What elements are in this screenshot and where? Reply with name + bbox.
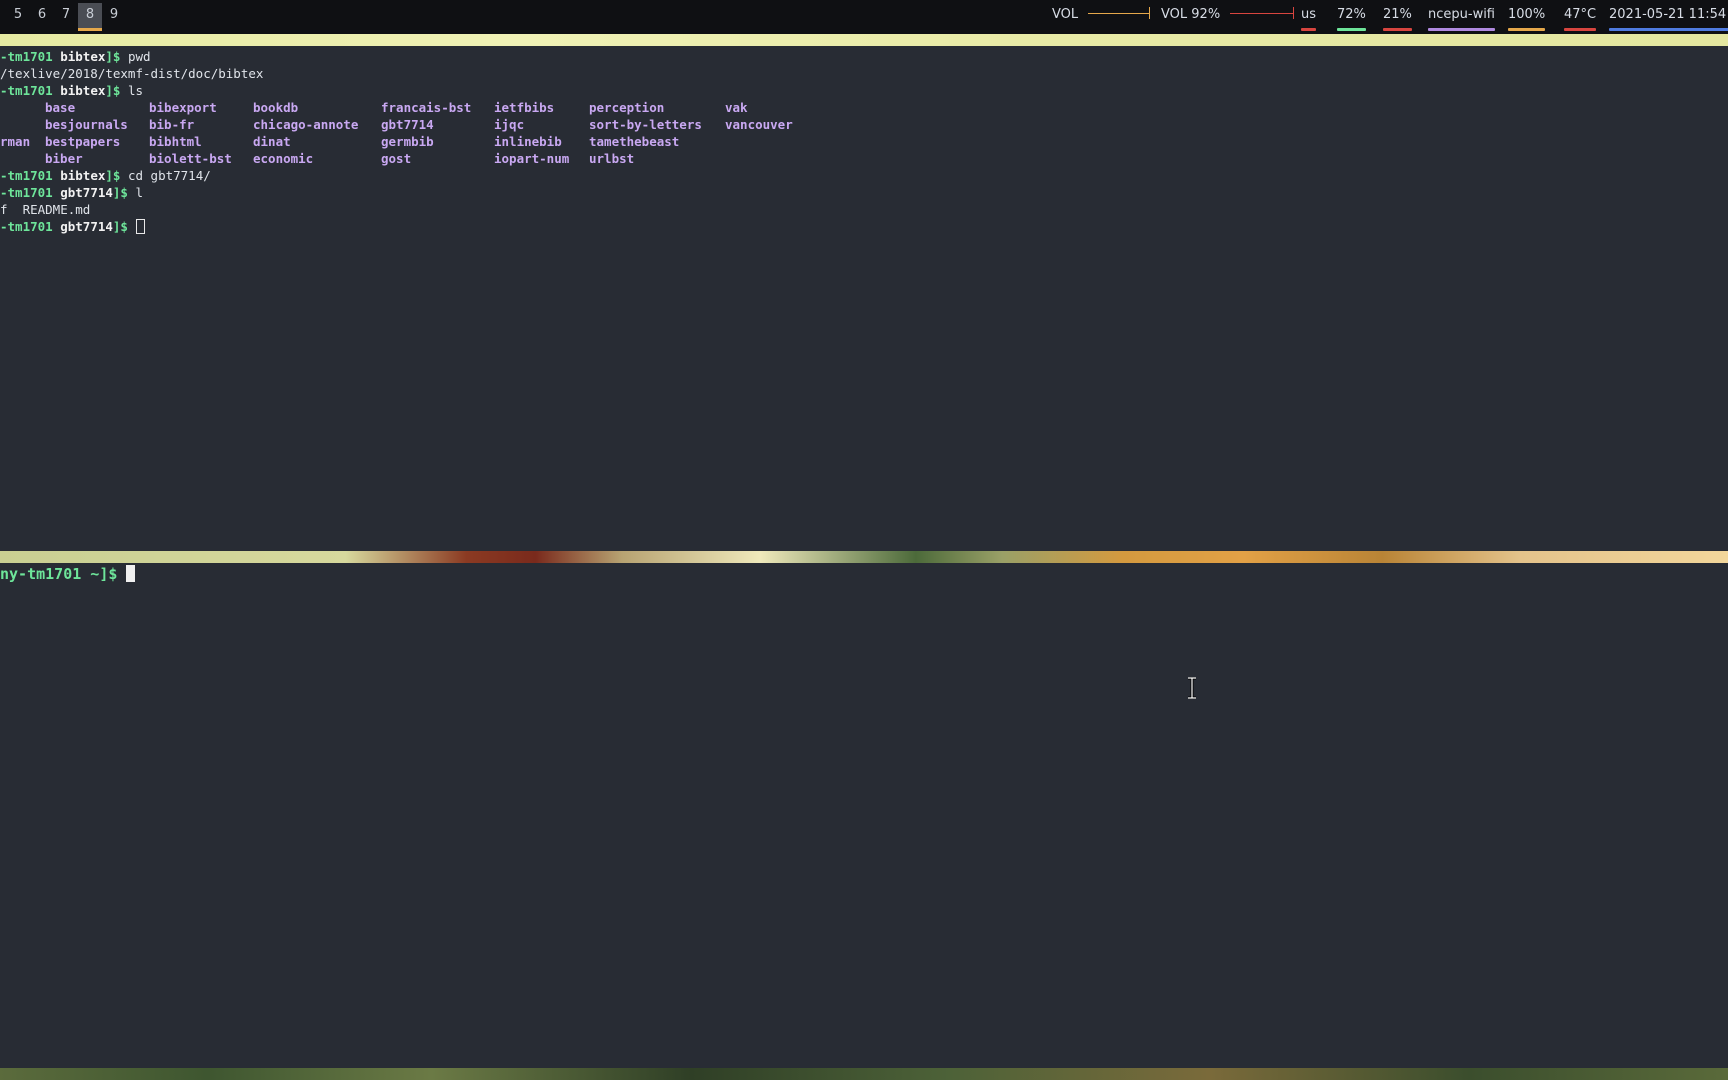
ibeam-cursor-icon	[1188, 677, 1196, 699]
terminal-window-bottom[interactable]: ny-tm1701 ~]$	[0, 563, 1728, 1068]
dir-entry: iopart-num	[494, 151, 570, 166]
volume-module-1[interactable]: VOL	[1052, 7, 1154, 31]
dir-entry: bookdb	[253, 100, 299, 115]
terminal-line: -tm1701 gbt7714]$ l	[0, 184, 143, 201]
workspace-5[interactable]: 5	[6, 3, 30, 28]
output-line: f README.md	[0, 202, 91, 217]
workspace-7[interactable]: 7	[54, 3, 78, 28]
prompt-end: ]$	[105, 49, 121, 64]
keyboard-layout-label: us	[1301, 7, 1317, 22]
prompt-text: ny-tm1701 ~]$	[0, 565, 127, 583]
wallpaper-strip	[0, 34, 1728, 46]
terminal-line: -tm1701 bibtex]$ ls	[0, 82, 143, 99]
prompt-dir: bibtex	[60, 168, 106, 183]
terminal-line: -tm1701 gbt7714]$	[0, 218, 145, 235]
dir-entry: economic	[253, 151, 314, 166]
dir-entry: biber	[45, 151, 83, 166]
dir-entry: bibhtml	[149, 134, 202, 149]
dir-entry: bibexport	[149, 100, 217, 115]
memory-usage: 21%	[1383, 7, 1412, 31]
dir-entry: inlinebib	[494, 134, 562, 149]
dir-entry: biolett-bst	[149, 151, 232, 166]
prompt-user: -tm1701	[0, 185, 53, 200]
dir-entry: sort-by-letters	[589, 117, 702, 132]
prompt-dir: gbt7714	[60, 219, 113, 234]
prompt-user: -tm1701	[0, 49, 53, 64]
temperature: 47°C	[1564, 7, 1597, 31]
terminal-line: ny-tm1701 ~]$	[0, 563, 136, 585]
dir-entry: rman	[0, 134, 31, 149]
text-cursor	[135, 219, 145, 234]
prompt-end: ]$	[112, 185, 128, 200]
prompt-user: -tm1701	[0, 83, 53, 98]
battery-label: 100%	[1508, 7, 1546, 22]
keyboard-layout[interactable]: us	[1301, 7, 1317, 31]
terminal-line: -tm1701 bibtex]$ cd gbt7714/	[0, 167, 211, 184]
cpu-usage-label: 72%	[1337, 7, 1366, 22]
dir-entry: vak	[725, 100, 748, 115]
prompt-user: -tm1701	[0, 219, 53, 234]
dir-entry: gost	[381, 151, 412, 166]
dir-entry: base	[45, 100, 76, 115]
dir-entry: bestpapers	[45, 134, 121, 149]
dir-entry: vancouver	[725, 117, 793, 132]
cpu-usage: 72%	[1337, 7, 1366, 31]
wallpaper-strip	[0, 1068, 1728, 1080]
volume-module-2[interactable]: VOL 92%	[1161, 7, 1298, 31]
command-text: pwd	[120, 49, 151, 64]
prompt-dir: bibtex	[60, 49, 106, 64]
workspace-9[interactable]: 9	[102, 3, 126, 28]
prompt-end: ]$	[105, 168, 121, 183]
dir-entry: urlbst	[589, 151, 635, 166]
dir-entry: ijqc	[494, 117, 525, 132]
volume-label-1: VOL	[1052, 7, 1079, 22]
dir-entry: ietfbibs	[494, 100, 555, 115]
prompt-dir: gbt7714	[60, 185, 113, 200]
temperature-label: 47°C	[1564, 7, 1597, 22]
text-cursor	[126, 565, 136, 582]
wallpaper-strip	[0, 551, 1728, 563]
dir-entry: francais-bst	[381, 100, 472, 115]
command-text: cd gbt7714/	[120, 168, 211, 183]
prompt-dir: bibtex	[60, 83, 106, 98]
workspace-switcher: 5 6 7 8 9	[6, 3, 126, 31]
prompt-user: -tm1701	[0, 168, 53, 183]
prompt-end: ]$	[105, 83, 121, 98]
network-name-label: ncepu-wifi	[1428, 7, 1495, 22]
dir-entry: tamethebeast	[589, 134, 680, 149]
dir-entry: besjournals	[45, 117, 128, 132]
network-status[interactable]: ncepu-wifi	[1428, 7, 1495, 31]
prompt-end: ]$	[112, 219, 128, 234]
workspace-6[interactable]: 6	[30, 3, 54, 28]
workspace-8[interactable]: 8	[78, 3, 102, 31]
dir-entry: bib-fr	[149, 117, 195, 132]
dir-entry: germbib	[381, 134, 434, 149]
terminal-window-top[interactable]: -tm1701 bibtex]$ pwd /texlive/2018/texmf…	[0, 46, 1728, 551]
dir-entry: chicago-annote	[253, 117, 359, 132]
clock[interactable]: 2021-05-21 11:54	[1609, 7, 1728, 31]
memory-usage-label: 21%	[1383, 7, 1412, 22]
output-line: /texlive/2018/texmf-dist/doc/bibtex	[0, 66, 264, 81]
volume-label-2: VOL 92%	[1161, 7, 1221, 22]
dir-entry: gbt7714	[381, 117, 434, 132]
volume-slider-2[interactable]	[1230, 7, 1298, 19]
terminal-line: -tm1701 bibtex]$ pwd	[0, 48, 151, 65]
clock-label: 2021-05-21 11:54	[1609, 7, 1727, 22]
command-text: ls	[120, 83, 144, 98]
status-bar: 5 6 7 8 9 VOL VOL 92% us 72% 21% ncepu-w…	[0, 0, 1728, 34]
dir-entry: perception	[589, 100, 665, 115]
command-text: l	[127, 185, 144, 200]
battery-status: 100%	[1508, 7, 1546, 31]
volume-slider-1[interactable]	[1088, 7, 1154, 19]
dir-entry: dinat	[253, 134, 291, 149]
